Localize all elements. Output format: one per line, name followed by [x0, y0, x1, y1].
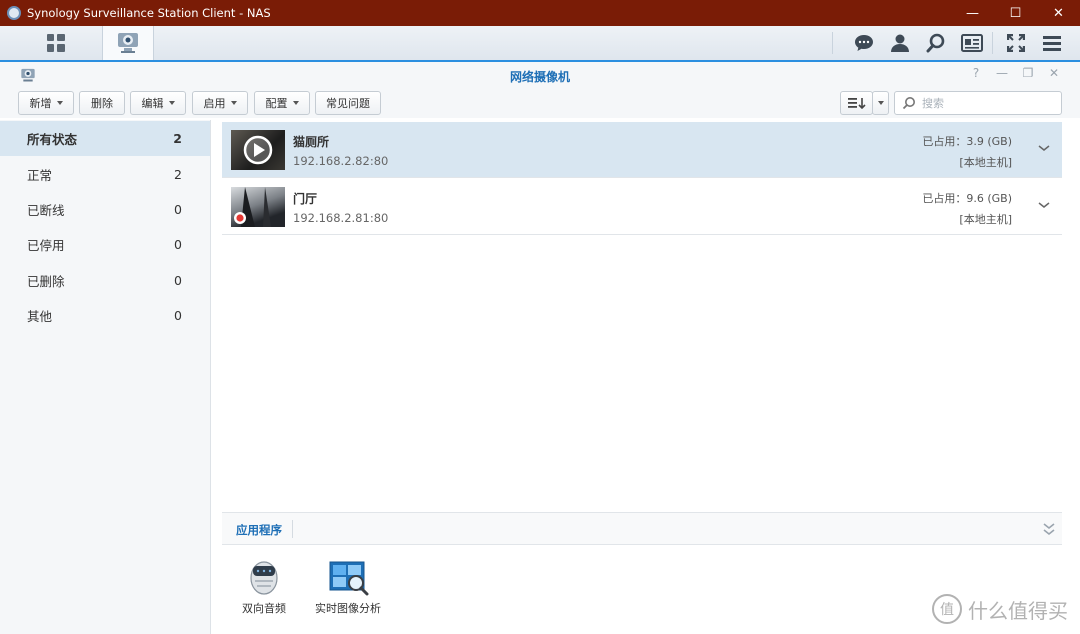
watermark-text: 什么值得买: [968, 598, 1068, 623]
chevron-down-icon[interactable]: [1038, 199, 1050, 213]
delete-button[interactable]: 删除: [79, 91, 125, 115]
search-input[interactable]: 搜索: [894, 91, 1062, 115]
watermark-icon: 值: [932, 594, 962, 624]
sidebar-item-count: 0: [174, 202, 182, 217]
camera-thumbnail: [231, 187, 285, 227]
sidebar-item-other[interactable]: 其他 0: [0, 298, 210, 333]
panel-close-button[interactable]: ✕: [1046, 66, 1062, 80]
status-sidebar: 所有状态 2 正常 2 已断线 0 已停用 0 已删除 0 其他 0: [0, 120, 211, 634]
panel-minimize-button[interactable]: —: [994, 66, 1010, 80]
add-button-label: 新增: [29, 97, 52, 110]
config-button[interactable]: 配置: [254, 91, 310, 115]
panel-controls: ? — ❐ ✕: [968, 66, 1062, 80]
sidebar-item-count: 0: [174, 273, 182, 288]
sidebar-item-label: 已停用: [27, 238, 65, 253]
taskbar-right-icons: [846, 26, 1070, 60]
camera-ip: 192.168.2.82:80: [293, 154, 389, 168]
chevron-down-icon: [877, 101, 884, 105]
menu-icon[interactable]: [1034, 26, 1070, 60]
tab-divider: [292, 520, 293, 538]
sort-dropdown-button[interactable]: [872, 91, 889, 115]
sidebar-item-deleted[interactable]: 已删除 0: [0, 263, 210, 298]
chevron-down-icon: [230, 101, 237, 105]
live-analytics-icon: [329, 560, 369, 596]
watermark-logo: 值 什么值得买: [932, 594, 1068, 624]
app-label: 双向音频: [242, 602, 286, 615]
faq-button[interactable]: 常见问题: [315, 91, 381, 115]
taskbar-divider: [832, 32, 833, 54]
recording-icon: [234, 187, 271, 227]
play-icon[interactable]: [231, 130, 285, 170]
chat-icon[interactable]: [846, 26, 882, 60]
panel-restore-button[interactable]: ❐: [1020, 66, 1036, 80]
sort-button[interactable]: [840, 91, 873, 115]
search-placeholder: 搜索: [922, 97, 944, 110]
app-taskbar: [0, 26, 1080, 62]
camera-name: 门厅: [293, 192, 318, 206]
apps-panel-header: 应用程序: [222, 512, 1062, 545]
camera-ip: 192.168.2.81:80: [293, 211, 389, 225]
search-icon: [902, 97, 915, 110]
user-icon[interactable]: [882, 26, 918, 60]
tab-dashboard[interactable]: [30, 26, 82, 60]
fullscreen-icon[interactable]: [998, 26, 1034, 60]
add-button[interactable]: 新增: [18, 91, 74, 115]
search-icon[interactable]: [918, 26, 954, 60]
camera-row[interactable]: 门厅 192.168.2.81:80 已占用：9.6 (GB) [本地主机]: [222, 179, 1062, 235]
help-button[interactable]: ?: [968, 66, 984, 80]
sidebar-item-disabled[interactable]: 已停用 0: [0, 227, 210, 262]
enable-button-label: 启用: [203, 97, 226, 110]
app-two-way-audio[interactable]: 双向音频: [224, 560, 304, 616]
page-title: 网络摄像机: [509, 70, 570, 84]
app-logo-icon: [7, 6, 21, 20]
tab-ip-camera[interactable]: [102, 26, 154, 60]
window-header: 网络摄像机 ? — ❐ ✕: [0, 62, 1080, 88]
sidebar-item-normal[interactable]: 正常 2: [0, 157, 210, 192]
tab-applications[interactable]: 应用程序: [236, 522, 282, 538]
sidebar-item-count: 2: [174, 167, 182, 182]
app-live-analytics[interactable]: 实时图像分析: [308, 560, 388, 616]
sidebar-item-label: 其他: [27, 309, 53, 324]
window-titlebar: Synology Surveillance Station Client - N…: [0, 0, 1080, 26]
maximize-button[interactable]: ☐: [994, 0, 1037, 26]
action-toolbar: 新增 删除 编辑 启用 配置 常见问题 搜索: [0, 88, 1080, 118]
camera-thumbnail: [231, 130, 285, 170]
sidebar-item-label: 已删除: [27, 274, 65, 289]
ip-camera-icon: [118, 33, 138, 53]
id-card-icon[interactable]: [954, 26, 990, 60]
window-title: Synology Surveillance Station Client - N…: [27, 6, 271, 20]
sidebar-item-all[interactable]: 所有状态 2: [0, 121, 210, 156]
chevron-down-icon: [292, 101, 299, 105]
close-button[interactable]: ✕: [1037, 0, 1080, 26]
camera-storage-usage: 已占用：3.9 (GB): [922, 135, 1012, 148]
sidebar-item-count: 0: [174, 237, 182, 252]
delete-button-label: 删除: [91, 97, 113, 110]
sidebar-item-label: 已断线: [27, 203, 65, 218]
sidebar-item-count: 2: [173, 131, 182, 146]
config-button-label: 配置: [265, 97, 288, 110]
window-controls: — ☐ ✕: [951, 0, 1080, 26]
dashboard-icon: [47, 34, 65, 52]
camera-name: 猫厕所: [293, 135, 330, 149]
sidebar-item-disconnected[interactable]: 已断线 0: [0, 192, 210, 227]
camera-host: [本地主机]: [959, 213, 1012, 226]
collapse-icon[interactable]: [1042, 521, 1056, 540]
sidebar-item-count: 0: [174, 308, 182, 323]
sort-icon: [847, 98, 866, 109]
app-label: 实时图像分析: [315, 602, 381, 615]
faq-button-label: 常见问题: [326, 97, 370, 110]
camera-host: [本地主机]: [959, 156, 1012, 169]
chevron-down-icon[interactable]: [1038, 142, 1050, 156]
minimize-button[interactable]: —: [951, 0, 994, 26]
camera-row[interactable]: 猫厕所 192.168.2.82:80 已占用：3.9 (GB) [本地主机]: [222, 122, 1062, 178]
sidebar-item-label: 所有状态: [27, 132, 78, 147]
sidebar-item-label: 正常: [27, 168, 53, 183]
camera-storage-usage: 已占用：9.6 (GB): [922, 192, 1012, 205]
edit-button-label: 编辑: [141, 97, 164, 110]
chevron-down-icon: [56, 101, 63, 105]
two-way-audio-icon: [245, 560, 283, 596]
edit-button[interactable]: 编辑: [130, 91, 186, 115]
enable-button[interactable]: 启用: [192, 91, 248, 115]
chevron-down-icon: [168, 101, 175, 105]
